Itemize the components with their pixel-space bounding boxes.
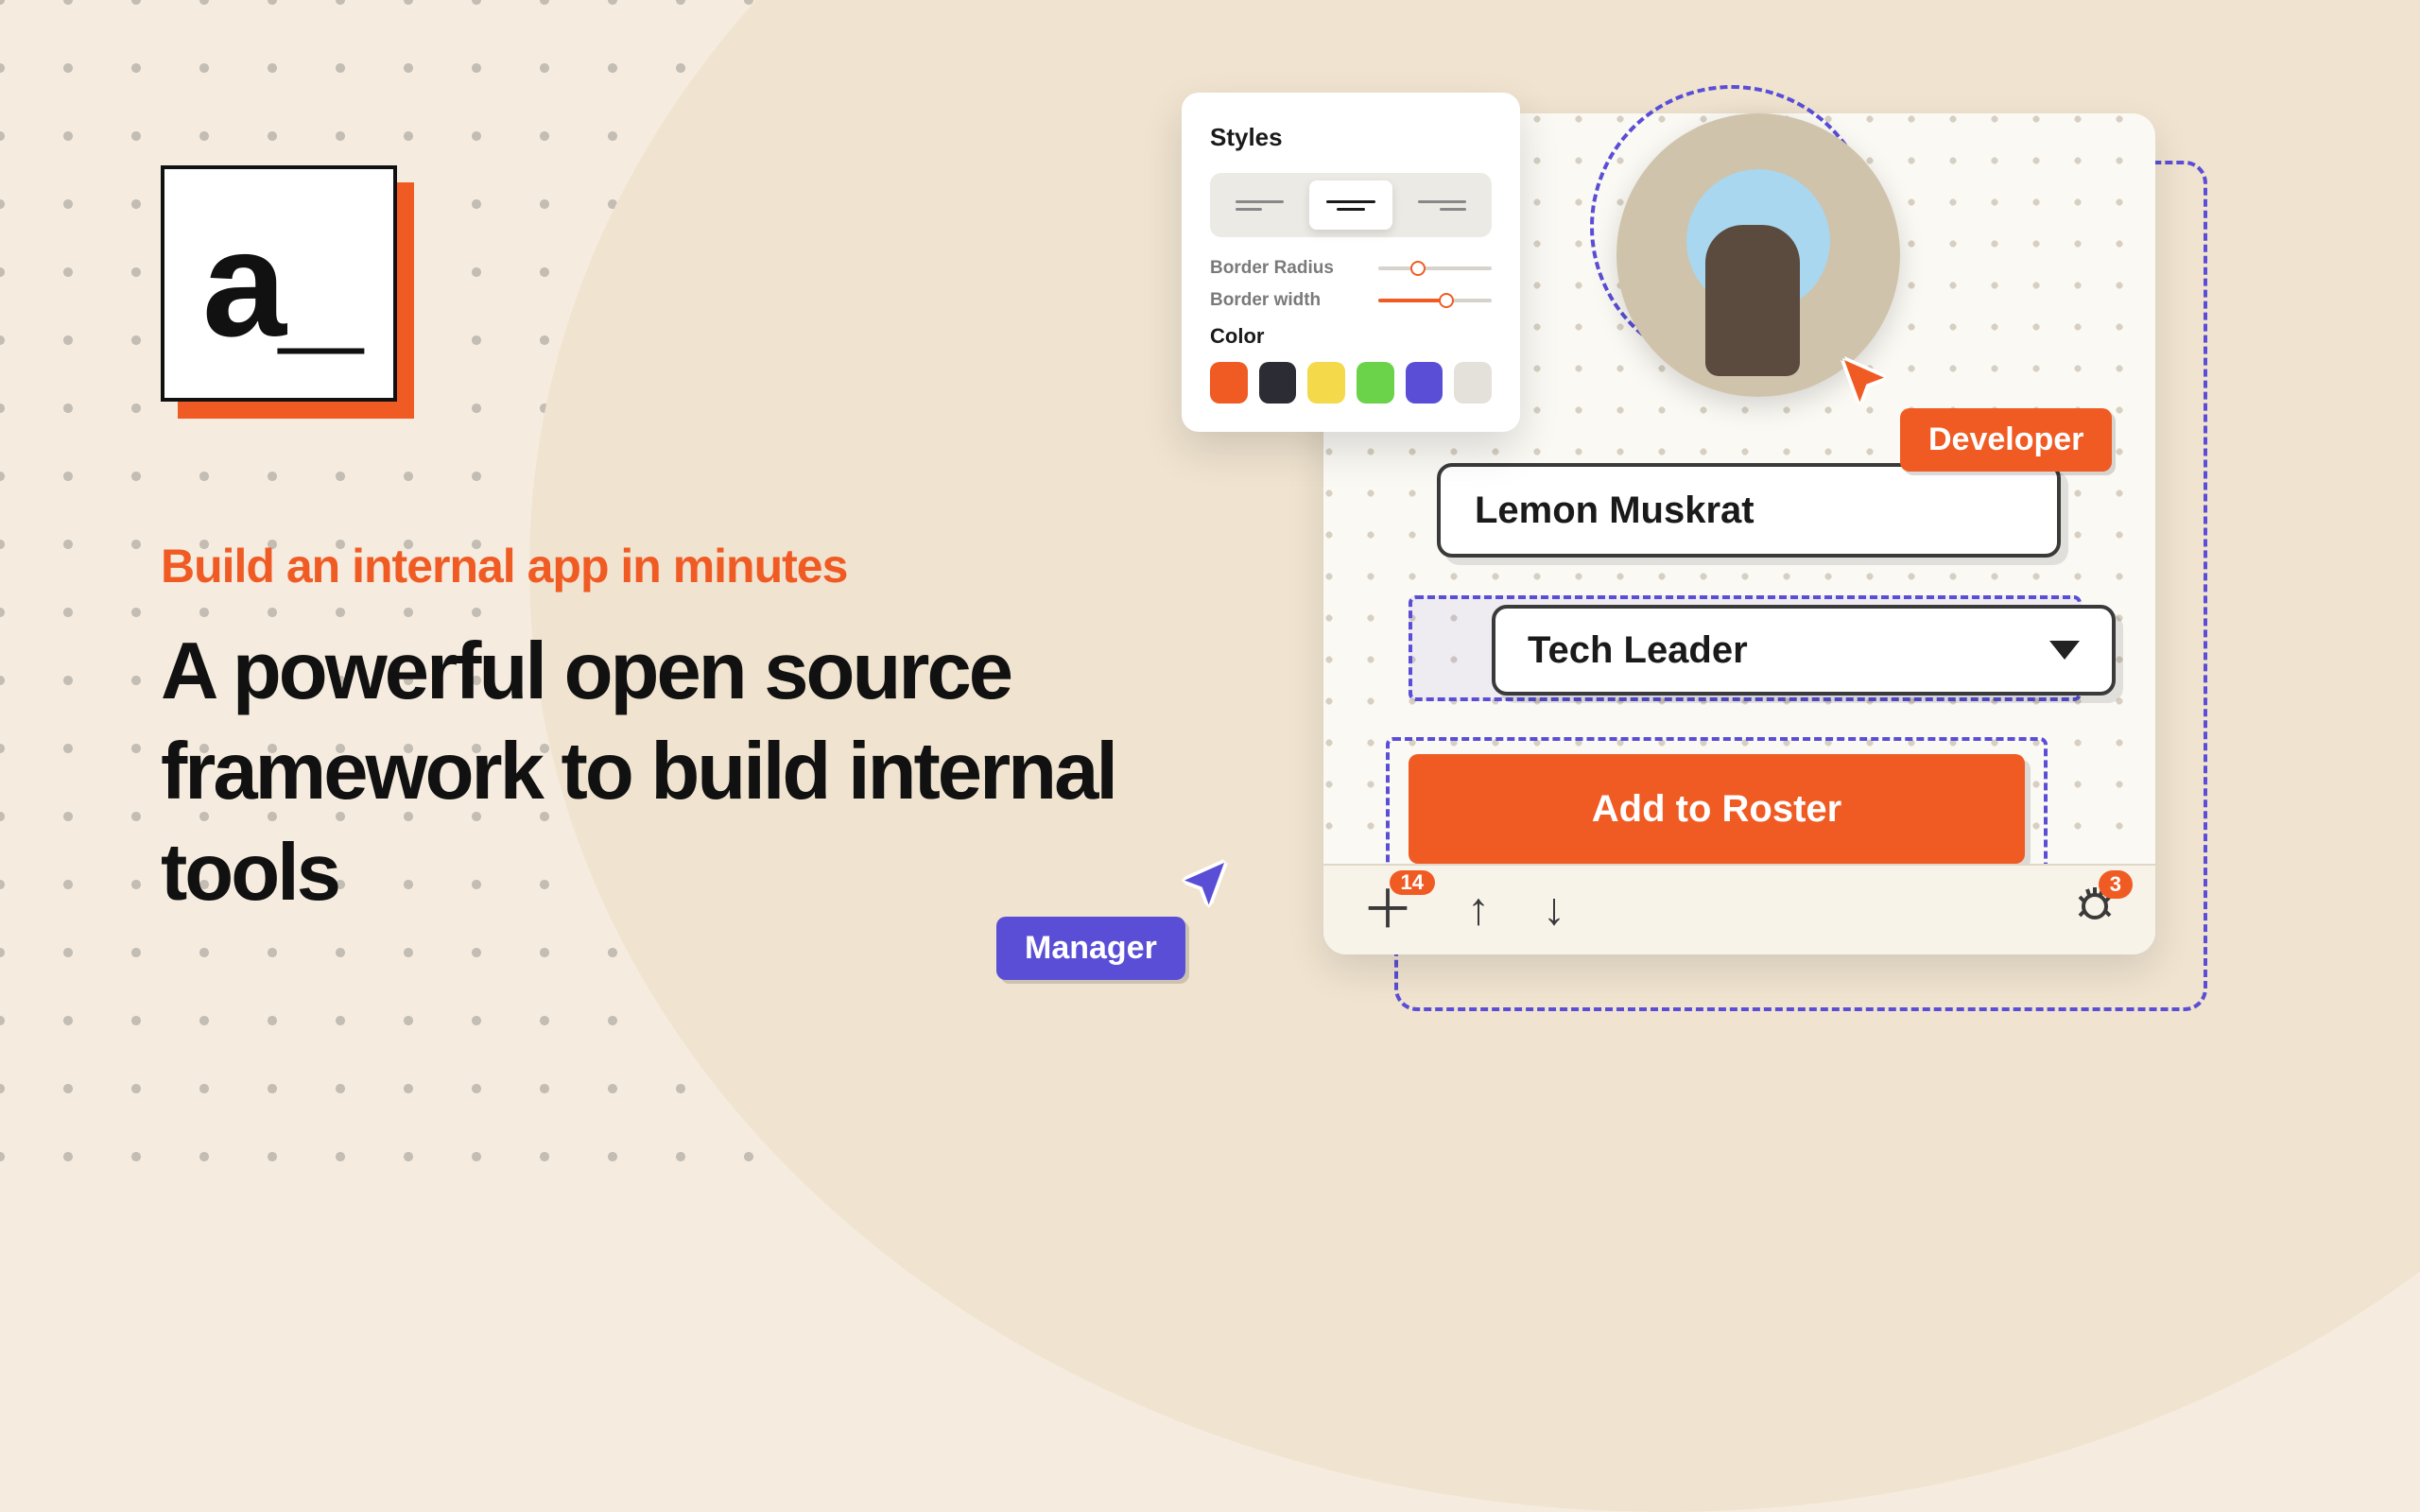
hero-title: A powerful open source framework to buil… [161,622,1125,923]
logo-box: a_ [161,165,397,402]
border-radius-label: Border Radius [1210,258,1334,279]
role-select[interactable]: Tech Leader [1492,605,2116,696]
name-input[interactable]: Lemon Muskrat [1437,463,2061,558]
swatch-green[interactable] [1357,362,1394,404]
add-to-roster-button[interactable]: Add to Roster [1409,754,2025,864]
align-right-button[interactable] [1400,180,1484,230]
chevron-down-icon [2049,641,2080,660]
canvas-toolbar: ＋ 14 ↑ ↓ 3 [1323,864,2155,954]
logo: a_ [161,165,397,402]
move-down-button[interactable]: ↓ [1543,887,1565,933]
role-value: Tech Leader [1528,629,1748,672]
text-align-group [1210,173,1492,237]
add-badge: 14 [1390,870,1435,895]
color-label: Color [1210,324,1492,349]
debug-button[interactable]: 3 [2072,882,2118,938]
align-left-button[interactable] [1218,180,1302,230]
swatch-purple[interactable] [1406,362,1443,404]
hero-subtitle: Build an internal app in minutes [161,539,1125,593]
border-width-label: Border width [1210,290,1321,311]
color-swatches [1210,362,1492,404]
swatch-yellow[interactable] [1307,362,1345,404]
border-width-slider[interactable] [1378,299,1492,302]
styles-panel: Styles Border Radius Border width Color [1182,93,1520,432]
swatch-orange[interactable] [1210,362,1248,404]
name-value: Lemon Muskrat [1475,490,1754,532]
move-up-button[interactable]: ↑ [1467,887,1490,933]
add-button-label: Add to Roster [1592,788,1841,831]
hero-text: Build an internal app in minutes A power… [161,539,1125,923]
add-widget-button[interactable]: ＋ 14 [1361,884,1414,936]
border-radius-slider[interactable] [1378,266,1492,270]
swatch-dark[interactable] [1259,362,1297,404]
styles-title: Styles [1210,123,1492,152]
align-center-button[interactable] [1309,180,1393,230]
debug-badge: 3 [2099,870,2133,899]
manager-tag: Manager [996,917,1185,980]
swatch-gray[interactable] [1454,362,1492,404]
developer-tag: Developer [1900,408,2112,472]
